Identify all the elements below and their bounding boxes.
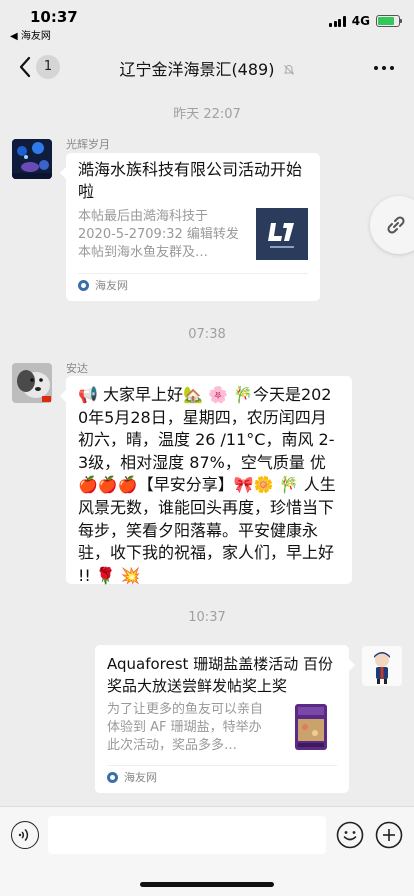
- more-functions-button[interactable]: [375, 821, 403, 849]
- timestamp: 昨天 22:07: [173, 107, 241, 122]
- card-source-label: 海友网: [95, 279, 128, 292]
- timestamp: 10:37: [188, 610, 226, 625]
- message-input[interactable]: [48, 816, 326, 854]
- aquarium-avatar-image: [12, 139, 52, 179]
- bell-slash-icon: [283, 64, 294, 75]
- card-description: 为了让更多的鱼友可以亲自体验到 AF 珊瑚盐，特举办此次活动，奖品多多…: [107, 702, 264, 753]
- card-divider: [78, 273, 308, 274]
- card-thumbnail: [256, 208, 308, 260]
- sender-name: 光辉岁月: [66, 138, 110, 151]
- link-card-message[interactable]: 澔海水族科技有限公司活动开始啦 本帖最后由澔海科技于 2020-5-2709:3…: [60, 153, 320, 301]
- network-type: 4G: [351, 14, 370, 28]
- dog-avatar-image: [12, 363, 52, 403]
- signal-icon: [329, 15, 346, 27]
- floating-link-button[interactable]: [370, 196, 414, 254]
- voice-icon: [18, 828, 29, 842]
- link-card-message[interactable]: Aquaforest 珊瑚盐盖楼活动 百份奖品大放送尝鲜发帖奖上奖 为了让更多的…: [95, 645, 355, 793]
- source-icon: [107, 771, 118, 783]
- back-to-app-link[interactable]: ◀ 海友网: [10, 27, 51, 42]
- sender-name: 安达: [66, 362, 88, 375]
- avatar[interactable]: [12, 139, 52, 179]
- card-divider: [107, 765, 337, 766]
- brand-logo-icon: [256, 208, 308, 260]
- link-icon: [387, 216, 405, 234]
- card-title: Aquaforest 珊瑚盐盖楼活动 百份奖品大放送尝鲜发帖奖上奖: [107, 655, 333, 695]
- card-source: 海友网: [78, 277, 128, 293]
- message-text: 📢 大家早上好🏡 🌸 🎋今天是2020年5月28日，星期四，农历闰四月初六，晴，…: [78, 385, 336, 585]
- source-icon: [78, 279, 89, 291]
- status-indicators: 4G: [329, 14, 402, 28]
- home-indicator[interactable]: [140, 882, 274, 887]
- chat-title: 辽宁金洋海景汇(489): [0, 56, 414, 80]
- card-thumbnail: [285, 701, 337, 753]
- status-bar: 10:37 ◀ 海友网 4G: [0, 0, 414, 44]
- card-source: 海友网: [107, 769, 157, 785]
- emoji-icon: [336, 821, 364, 849]
- status-time: 10:37: [30, 8, 78, 26]
- plus-icon: [375, 821, 403, 849]
- text-message[interactable]: 📢 大家早上好🏡 🌸 🎋今天是2020年5月28日，星期四，农历闰四月初六，晴，…: [60, 376, 352, 585]
- chat-header: 1 辽宁金洋海景汇(489): [0, 44, 414, 90]
- salt-bag-image: [285, 701, 337, 753]
- cartoon-avatar-image: [362, 646, 402, 686]
- battery-icon: [376, 15, 402, 27]
- avatar[interactable]: [12, 363, 52, 403]
- card-source-label: 海友网: [124, 771, 157, 784]
- more-options-button[interactable]: [374, 66, 394, 70]
- avatar[interactable]: [362, 646, 402, 686]
- timestamp: 07:38: [188, 327, 226, 342]
- emoji-button[interactable]: [336, 821, 364, 849]
- chat-title-text: 辽宁金洋海景汇(489): [119, 60, 275, 79]
- voice-input-button[interactable]: [11, 821, 39, 849]
- card-description: 本帖最后由澔海科技于 2020-5-2709:32 编辑转发本帖到海水鱼友群及…: [78, 209, 239, 260]
- card-title: 澔海水族科技有限公司活动开始啦: [78, 160, 303, 201]
